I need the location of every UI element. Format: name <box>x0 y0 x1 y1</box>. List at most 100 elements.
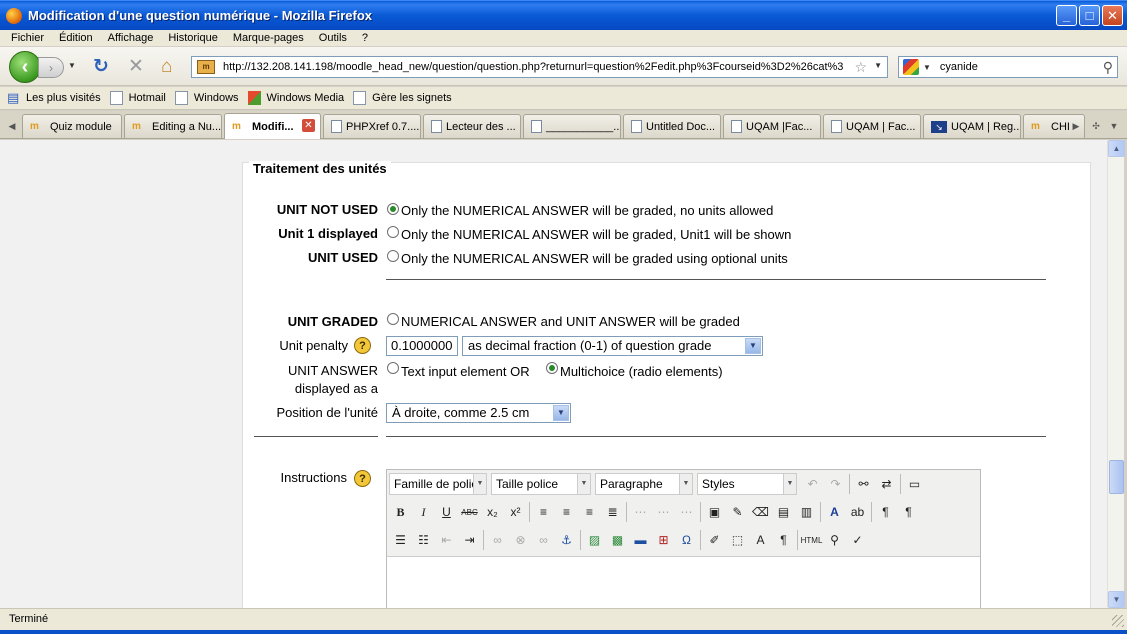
subscript-icon[interactable]: x₂ <box>481 501 504 523</box>
search-replace-icon[interactable]: ⚲ <box>823 529 846 551</box>
unit-position-select[interactable]: À droite, comme 2.5 cm ▼ <box>386 403 571 423</box>
align-left-icon[interactable]: ≡ <box>532 501 555 523</box>
unit-not-used-radio[interactable] <box>387 203 399 215</box>
vertical-scrollbar[interactable]: ▲ ▼ <box>1107 140 1125 608</box>
paste-word-icon[interactable]: ▥ <box>795 501 818 523</box>
menu-outils[interactable]: Outils <box>319 32 347 44</box>
close-tab-icon[interactable]: ✕ <box>302 119 315 132</box>
multichoice-radio[interactable] <box>546 362 558 374</box>
tab-phpxref[interactable]: PHPXref 0.7.... <box>323 114 421 138</box>
font-size-select[interactable]: Taille police ▼ <box>491 473 591 495</box>
special-char-icon[interactable]: Ω <box>675 529 698 551</box>
bookmark-most-visited[interactable]: ▤ Les plus visités <box>7 91 101 105</box>
justify-icon[interactable]: ≣ <box>601 501 624 523</box>
align-right-icon[interactable]: ≡ <box>578 501 601 523</box>
redo-icon[interactable]: ↷ <box>824 473 847 495</box>
background-color-icon[interactable]: ab <box>846 501 869 523</box>
google-icon[interactable] <box>903 59 919 75</box>
unit-penalty-input[interactable]: 0.1000000 <box>386 336 458 356</box>
numbered-list-icon[interactable]: ☷ <box>412 529 435 551</box>
tab-untitled-blank[interactable]: ___________... <box>523 114 621 138</box>
font-icon[interactable]: A <box>749 529 772 551</box>
menu-help[interactable]: ? <box>362 32 368 44</box>
tab-quiz-module[interactable]: m Quiz module <box>22 114 122 138</box>
back-button[interactable]: ‹ <box>9 51 41 83</box>
insert-table-icon[interactable]: ⊞ <box>652 529 675 551</box>
align-center-icon[interactable]: ≡ <box>555 501 578 523</box>
media-icon[interactable]: ▩ <box>606 529 629 551</box>
search-input[interactable]: cyanide <box>940 61 978 73</box>
unit-1-displayed-text[interactable]: Only the NUMERICAL ANSWER will be graded… <box>401 227 791 242</box>
url-text[interactable]: http://132.208.141.198/moodle_head_new/q… <box>223 61 853 73</box>
eraser-icon[interactable]: ⌫ <box>749 501 772 523</box>
tab-untitled-doc[interactable]: Untitled Doc... <box>623 114 721 138</box>
tab-lecteur[interactable]: Lecteur des ... <box>423 114 521 138</box>
stop-icon[interactable]: ✕ <box>128 57 144 77</box>
bookmark-star-icon[interactable]: ☆ <box>854 59 867 76</box>
unit-used-text[interactable]: Only the NUMERICAL ANSWER will be graded… <box>401 251 788 266</box>
scroll-up-icon[interactable]: ▲ <box>1108 140 1125 157</box>
scroll-down-icon[interactable]: ▼ <box>1108 591 1125 608</box>
bookmark-windows-media[interactable]: Windows Media <box>247 91 344 105</box>
url-bar[interactable]: m http://132.208.141.198/moodle_head_new… <box>191 56 888 78</box>
html-source-icon[interactable]: HTML <box>800 529 823 551</box>
format-select[interactable]: Paragraphe ▼ <box>595 473 693 495</box>
url-dropdown-icon[interactable]: ▼ <box>874 61 882 70</box>
unit-graded-text[interactable]: NUMERICAL ANSWER and UNIT ANSWER will be… <box>401 314 740 329</box>
menu-historique[interactable]: Historique <box>168 32 218 44</box>
tab-scroll-right-icon[interactable]: ▶ <box>1068 116 1084 136</box>
minimize-button[interactable]: _ <box>1056 5 1077 26</box>
unit-penalty-help-icon[interactable]: ? <box>354 337 371 354</box>
home-icon[interactable]: ⌂ <box>161 57 172 77</box>
unit-graded-radio[interactable] <box>387 313 399 325</box>
spellcheck-icon[interactable]: ✓ <box>846 529 869 551</box>
nolink-icon[interactable]: ∞ <box>532 529 555 551</box>
select-all-icon[interactable]: ▣ <box>703 501 726 523</box>
unit-used-radio[interactable] <box>387 250 399 262</box>
maximize-button[interactable]: □ <box>1079 5 1100 26</box>
multichoice-option[interactable]: Multichoice (radio elements) <box>560 364 723 379</box>
menu-marque-pages[interactable]: Marque-pages <box>233 32 304 44</box>
undo-icon[interactable]: ↶ <box>801 473 824 495</box>
tab-editing[interactable]: m Editing a Nu... <box>124 114 222 138</box>
text-color-icon[interactable]: A <box>823 501 846 523</box>
menu-fichier[interactable]: Fichier <box>11 32 44 44</box>
unit-penalty-type-select[interactable]: as decimal fraction (0-1) of question gr… <box>462 336 763 356</box>
tab-uqam-reg[interactable]: ↘ UQAM | Reg... <box>923 114 1021 138</box>
menu-edition[interactable]: Édition <box>59 32 93 44</box>
unlink-icon[interactable]: ⊗ <box>509 529 532 551</box>
bookmark-hotmail[interactable]: Hotmail <box>109 91 166 105</box>
copy-icon[interactable]: ⋯ <box>652 501 675 523</box>
search-icon[interactable]: ⚲ <box>1103 59 1113 76</box>
link-icon[interactable]: ∞ <box>486 529 509 551</box>
show-blocks-icon[interactable]: ¶ <box>772 529 795 551</box>
scrollbar-thumb[interactable] <box>1109 460 1124 494</box>
bold-icon[interactable]: B <box>389 501 412 523</box>
resize-grip-icon[interactable] <box>1112 615 1124 627</box>
fullscreen-icon[interactable]: ▭ <box>903 473 926 495</box>
tab-modification-active[interactable]: m Modifi... ✕ <box>224 113 321 139</box>
replace-icon[interactable]: ⇄ <box>875 473 898 495</box>
unit-1-displayed-radio[interactable] <box>387 226 399 238</box>
bookmark-manage[interactable]: Gère les signets <box>353 91 452 105</box>
font-family-select[interactable]: Famille de polic ▼ <box>389 473 487 495</box>
close-window-button[interactable]: ✕ <box>1102 5 1123 26</box>
tab-scroll-left-icon[interactable]: ◀ <box>4 116 20 136</box>
ltr-icon[interactable]: ¶ <box>874 501 897 523</box>
edit-icon[interactable]: ✐ <box>703 529 726 551</box>
search-engine-dropdown-icon[interactable]: ▼ <box>923 63 931 72</box>
forward-button[interactable]: › <box>38 57 64 78</box>
paste-text-icon[interactable]: ▤ <box>772 501 795 523</box>
bookmark-windows[interactable]: Windows <box>174 91 239 105</box>
reload-icon[interactable]: ↻ <box>93 57 109 77</box>
superscript-icon[interactable]: x² <box>504 501 527 523</box>
bullet-list-icon[interactable]: ☰ <box>389 529 412 551</box>
all-tabs-icon[interactable]: ✣ <box>1088 116 1104 136</box>
indent-icon[interactable]: ⇥ <box>458 529 481 551</box>
paste-icon[interactable]: ⋯ <box>675 501 698 523</box>
strikethrough-icon[interactable]: ABC <box>458 501 481 523</box>
rtl-icon[interactable]: ¶ <box>897 501 920 523</box>
styles-select[interactable]: Styles ▼ <box>697 473 797 495</box>
italic-icon[interactable]: I <box>412 501 435 523</box>
image-icon[interactable]: ▨ <box>583 529 606 551</box>
